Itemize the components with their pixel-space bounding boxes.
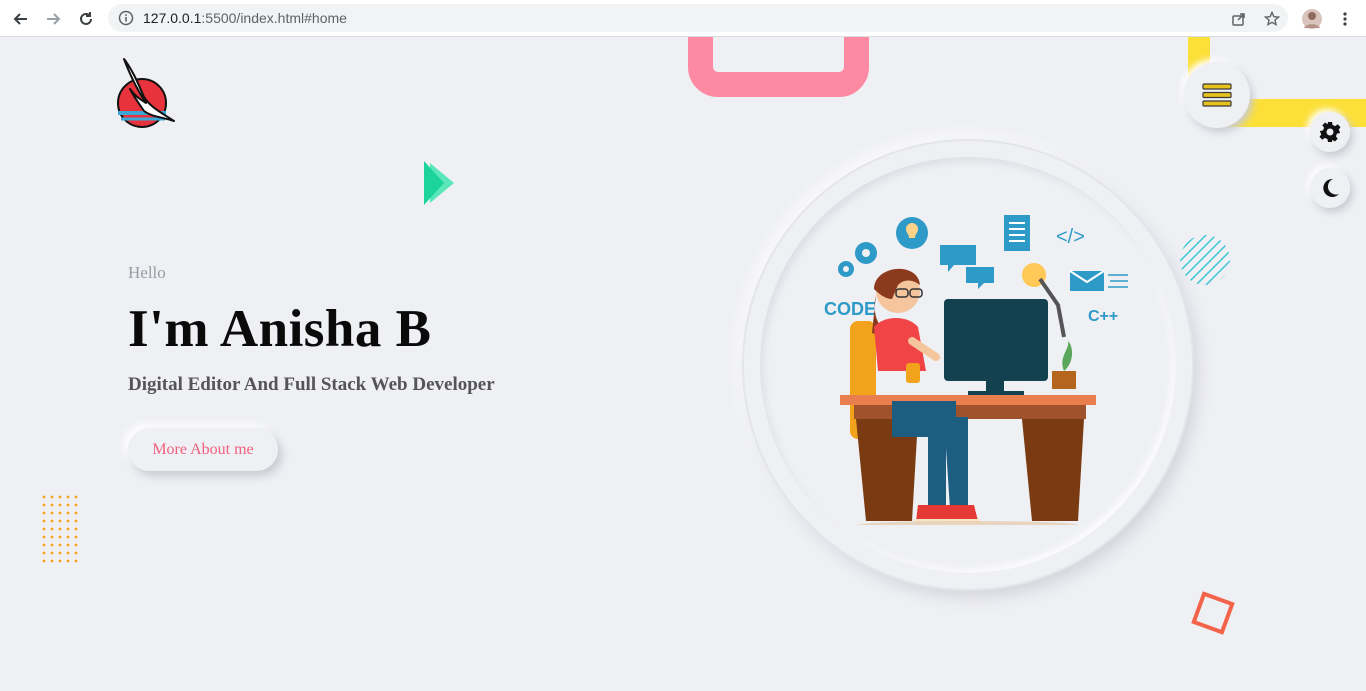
logo[interactable]	[112, 57, 184, 129]
code-label: CODE	[824, 299, 876, 319]
hero-image-frame: </> CODE C++	[744, 141, 1192, 589]
forward-icon[interactable]	[40, 6, 66, 32]
greeting-text: Hello	[128, 263, 166, 282]
browser-toolbar: 127.0.0.1:5500/index.html#home	[0, 0, 1366, 37]
hamburger-menu-icon	[1202, 83, 1232, 107]
hamburger-menu-button[interactable]	[1184, 62, 1250, 128]
hero-role: Digital Editor And Full Stack Web Develo…	[128, 374, 495, 395]
url-path: :5500/index.html#home	[201, 10, 347, 26]
decor-play-triangles	[424, 161, 456, 210]
moon-icon	[1323, 178, 1339, 197]
gear-icon	[1319, 122, 1341, 142]
address-bar[interactable]: 127.0.0.1:5500/index.html#home	[108, 4, 1288, 32]
decor-red-square	[1191, 591, 1235, 635]
more-about-me-button[interactable]: More About me	[128, 428, 278, 471]
info-icon[interactable]	[118, 10, 134, 31]
developer-illustration: </> CODE C++	[824, 215, 1128, 525]
code-tag-label: </>	[1056, 226, 1085, 248]
profile-avatar[interactable]	[1299, 6, 1325, 32]
home-section: Hello I'm Anisha B Digital Editor And Fu…	[0, 37, 1366, 691]
url-host: 127.0.0.1	[143, 10, 202, 26]
share-icon[interactable]	[1226, 6, 1252, 32]
star-icon[interactable]	[1259, 6, 1285, 32]
decor-pink-shape	[688, 37, 869, 97]
cpp-label: C++	[1088, 308, 1118, 325]
hero-name: I'm Anisha B	[128, 300, 432, 358]
decor-dot-grid	[42, 495, 82, 570]
kebab-menu-icon[interactable]	[1332, 6, 1358, 32]
dark-mode-toggle[interactable]	[1310, 168, 1350, 208]
reload-icon[interactable]	[73, 6, 99, 32]
url-text[interactable]: 127.0.0.1:5500/index.html#home	[143, 10, 347, 26]
back-icon[interactable]	[8, 6, 34, 32]
settings-button[interactable]	[1310, 112, 1350, 152]
decor-striped-circle	[1178, 233, 1232, 292]
